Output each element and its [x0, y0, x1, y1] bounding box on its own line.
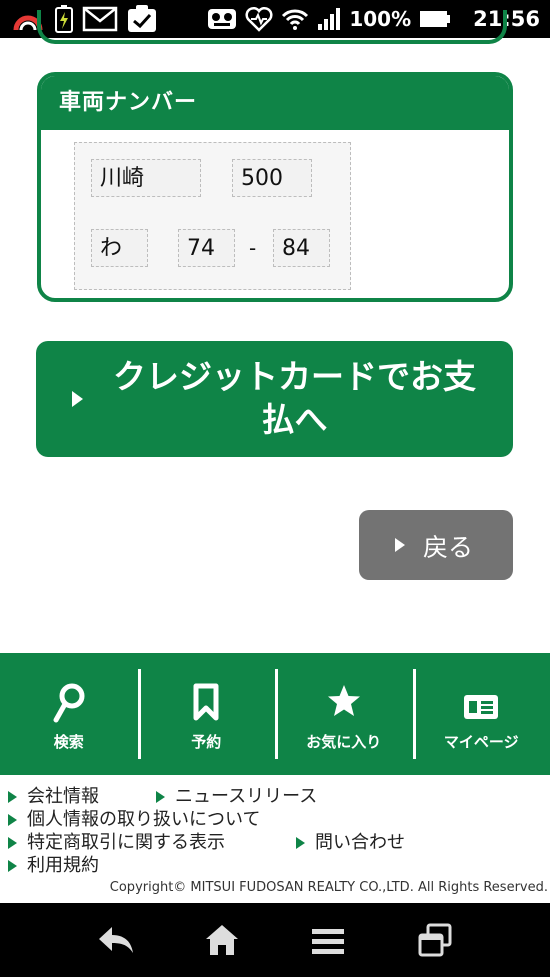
triangle-bullet-icon: [8, 860, 17, 872]
star-icon: [327, 685, 360, 716]
nav-reservation-label: 予約: [191, 733, 222, 751]
search-icon: [53, 683, 85, 723]
credit-card-payment-button[interactable]: クレジットカードでお支払へ: [36, 341, 513, 457]
arrow-right-icon: [72, 391, 83, 407]
bookmark-icon: [193, 683, 219, 721]
back-arrow-icon[interactable]: [96, 923, 136, 957]
credit-card-payment-label: クレジットカードでお支払へ: [113, 357, 476, 439]
nav-search[interactable]: 検索: [0, 653, 138, 775]
plate-number-last-field[interactable]: 84: [273, 229, 330, 267]
plate-number-separator: -: [249, 236, 257, 260]
nav-favorites[interactable]: お気に入り: [275, 653, 413, 775]
nav-reservation[interactable]: 予約: [137, 653, 276, 775]
id-card-icon: [464, 695, 499, 719]
footer-link-label: ニュースリリース: [175, 786, 318, 807]
copyright: Copyright© MITSUI FUDOSAN REALTY CO.,LTD…: [109, 880, 548, 895]
triangle-bullet-icon: [156, 791, 165, 803]
plate-class-number-field[interactable]: 500: [232, 159, 312, 197]
triangle-bullet-icon: [8, 791, 17, 803]
nav-favorites-label: お気に入り: [306, 733, 382, 751]
footer-link-label: 個人情報の取り扱いについて: [27, 809, 261, 830]
vehicle-number-card: 車両ナンバー 川崎 500 わ 74 - 84: [37, 72, 513, 302]
triangle-bullet-icon: [8, 814, 17, 826]
footer-link-label: 会社情報: [27, 786, 99, 807]
bottom-navigation: 検索 予約 お気に入り マイページ: [0, 653, 550, 775]
nav-mypage[interactable]: マイページ: [412, 653, 550, 775]
menu-icon[interactable]: [311, 927, 345, 955]
vehicle-number-title: 車両ナンバー: [41, 76, 509, 130]
plate-hiragana-field[interactable]: わ: [91, 229, 148, 267]
plate-region-field[interactable]: 川崎: [91, 159, 201, 197]
recent-apps-icon[interactable]: [418, 923, 452, 957]
license-plate: 川崎 500 わ 74 - 84: [74, 142, 351, 290]
back-button[interactable]: 戻る: [359, 510, 513, 580]
footer-link-label: 特定商取引に関する表示: [27, 832, 225, 853]
back-button-label: 戻る: [423, 533, 474, 562]
nav-mypage-label: マイページ: [443, 733, 519, 751]
arrow-right-icon: [395, 538, 405, 552]
footer-link-label: 利用規約: [27, 855, 99, 876]
nav-search-label: 検索: [53, 733, 84, 751]
footer-link-label: 問い合わせ: [315, 832, 405, 853]
plate-number-first-field[interactable]: 74: [178, 229, 235, 267]
triangle-bullet-icon: [296, 837, 305, 849]
home-icon[interactable]: [204, 923, 240, 957]
footer-link-contact[interactable]: 問い合わせ: [296, 828, 405, 854]
previous-card-edge: [37, 10, 507, 44]
system-navigation-bar: [0, 903, 550, 977]
triangle-bullet-icon: [8, 837, 17, 849]
footer-link-terms[interactable]: 利用規約: [8, 851, 99, 877]
